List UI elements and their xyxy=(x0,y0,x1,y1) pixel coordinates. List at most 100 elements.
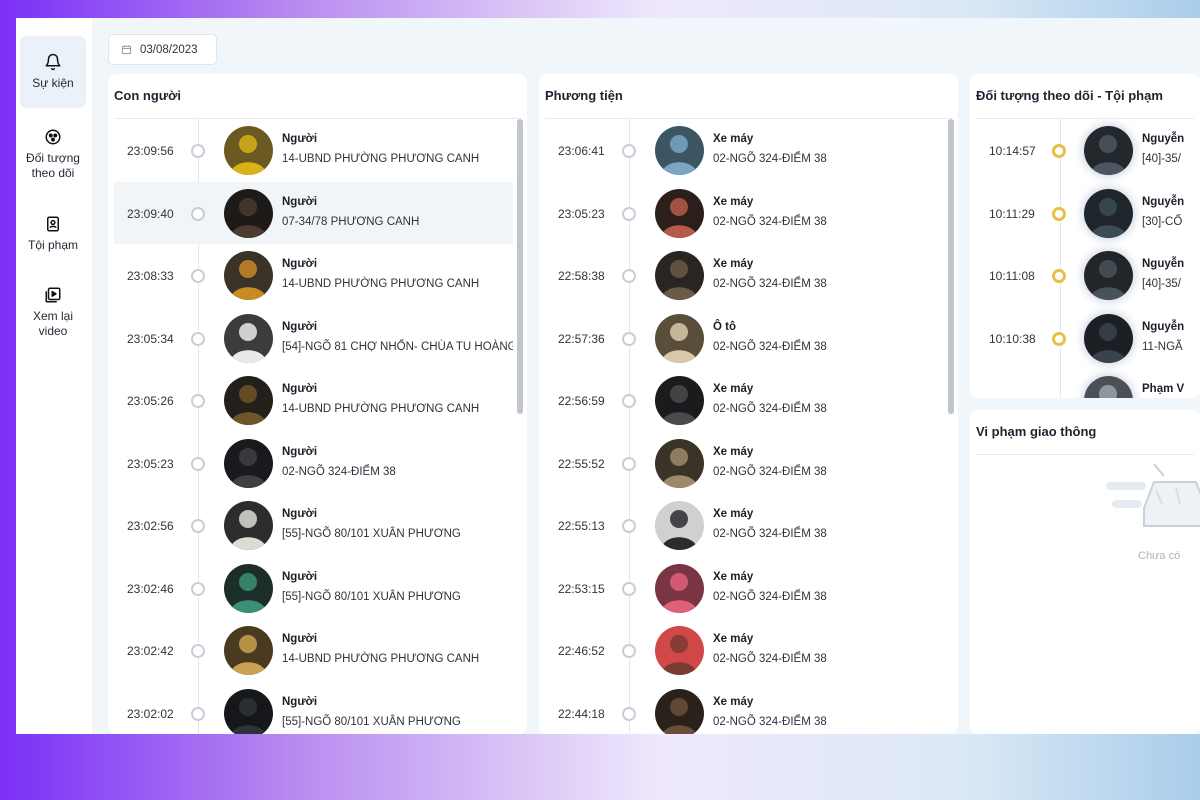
timeline-dot xyxy=(191,144,205,158)
divider xyxy=(976,454,1194,455)
tracked-event-row[interactable]: Phạm V xyxy=(976,369,1200,398)
event-label: Xe máy xyxy=(713,195,754,208)
scrollbar[interactable] xyxy=(948,119,954,734)
vehicle-event-row[interactable]: 23:05:23 Xe máy 02-NGÕ 324-ĐIỂM 38 xyxy=(545,182,944,245)
timeline-dot xyxy=(1052,331,1066,346)
event-label: Người xyxy=(282,445,318,458)
vehicle-event-row[interactable]: 23:06:41 Xe máy 02-NGÕ 324-ĐIỂM 38 xyxy=(545,119,944,182)
event-thumbnail[interactable] xyxy=(224,376,273,425)
people-event-row[interactable]: 23:05:26 Người 14-UBND PHƯỜNG PHƯƠNG CANH xyxy=(114,369,513,432)
people-event-row[interactable]: 23:02:42 Người 14-UBND PHƯỜNG PHƯƠNG CANH xyxy=(114,619,513,682)
vehicle-event-list[interactable]: 23:06:41 Xe máy 02-NGÕ 324-ĐIỂM 38 23:05:23… xyxy=(545,119,944,734)
vehicle-event-row[interactable]: 22:57:36 Ô tô 02-NGÕ 324-ĐIỂM 38 xyxy=(545,307,944,370)
people-event-row[interactable]: 23:02:56 Người [55]-NGÕ 80/101 XUÂN PHƯƠNG xyxy=(114,494,513,557)
people-event-list[interactable]: 23:09:56 Người 14-UBND PHƯỜNG PHƯƠNG CANH 2… xyxy=(114,119,513,734)
tracked-event-list[interactable]: 10:14:57 Nguyễn [40]-35/10:11:29 Nguyễn [30]… xyxy=(976,119,1200,398)
event-thumbnail[interactable] xyxy=(1084,376,1133,398)
sidebar-item-events[interactable]: Sự kiện xyxy=(20,36,86,108)
snapshot-image xyxy=(1084,126,1133,175)
people-event-row[interactable]: 23:02:02 Người [55]-NGÕ 80/101 XUÂN PHƯƠNG xyxy=(114,682,513,734)
event-thumbnail[interactable] xyxy=(224,626,273,675)
snapshot-image xyxy=(1084,251,1133,300)
snapshot-image xyxy=(224,376,273,425)
event-thumbnail[interactable] xyxy=(224,126,273,175)
people-panel: Con người 23:09:56 Người 14-UBND PHƯỜNG PH… xyxy=(108,74,527,734)
event-label: Người xyxy=(282,695,318,708)
event-thumbnail[interactable] xyxy=(224,563,273,613)
event-thumbnail[interactable] xyxy=(1084,251,1133,300)
tracked-event-row[interactable]: 10:14:57 Nguyễn [40]-35/ xyxy=(976,119,1200,182)
event-thumbnail[interactable] xyxy=(655,688,704,734)
event-thumbnail[interactable] xyxy=(224,251,273,300)
event-location: [30]-CỐ xyxy=(1142,215,1183,228)
people-event-row[interactable]: 23:09:56 Người 14-UBND PHƯỜNG PHƯƠNG CANH xyxy=(114,119,513,182)
event-thumbnail[interactable] xyxy=(655,251,704,300)
snapshot-image xyxy=(1084,376,1133,398)
event-thumbnail[interactable] xyxy=(1084,188,1133,238)
event-thumbnail[interactable] xyxy=(224,688,273,734)
timeline-dot xyxy=(622,519,636,533)
vehicle-event-row[interactable]: 22:46:52 Xe máy 02-NGÕ 324-ĐIỂM 38 xyxy=(545,619,944,682)
vehicle-event-row[interactable]: 22:56:59 Xe máy 02-NGÕ 324-ĐIỂM 38 xyxy=(545,369,944,432)
calendar-icon xyxy=(121,45,132,55)
event-thumbnail[interactable] xyxy=(655,563,704,613)
vehicle-event-row[interactable]: 22:55:52 Xe máy 02-NGÕ 324-ĐIỂM 38 xyxy=(545,432,944,495)
event-location: 02-NGÕ 324-ĐIỂM 38 xyxy=(713,465,827,478)
sidebar-item-tracked-objects[interactable]: Đối tượng theo dõi xyxy=(20,118,86,190)
date-filter[interactable]: 03/08/2023 xyxy=(108,34,217,65)
event-time: 22:44:18 xyxy=(558,706,605,721)
event-time: 23:09:56 xyxy=(127,144,174,158)
timeline-dot xyxy=(191,394,205,408)
event-thumbnail[interactable] xyxy=(224,188,273,238)
event-time: 23:09:40 xyxy=(127,206,174,221)
vehicle-event-row[interactable]: 22:58:38 Xe máy 02-NGÕ 324-ĐIỂM 38 xyxy=(545,244,944,307)
snapshot-image xyxy=(655,126,704,175)
event-location: [54]-NGÕ 81 CHỢ NHỔN- CHÙA TU HOÀNG xyxy=(282,340,513,353)
scrollbar-thumb[interactable] xyxy=(517,119,523,414)
snapshot-image xyxy=(224,126,273,175)
people-event-row[interactable]: 23:09:40 Người 07-34/78 PHƯƠNG CANH xyxy=(114,181,513,244)
people-event-row[interactable]: 23:02:46 Người [55]-NGÕ 80/101 XUÂN PHƯƠNG xyxy=(114,557,513,620)
vehicle-event-row[interactable]: 22:53:15 Xe máy 02-NGÕ 324-ĐIỂM 38 xyxy=(545,557,944,620)
event-thumbnail[interactable] xyxy=(655,626,704,675)
event-location: 14-UBND PHƯỜNG PHƯƠNG CANH xyxy=(282,278,480,290)
timeline-dot xyxy=(191,581,205,596)
snapshot-image xyxy=(224,438,273,488)
timeline-dot xyxy=(1052,269,1066,283)
event-thumbnail[interactable] xyxy=(224,438,273,488)
event-location: 14-UBND PHƯỜNG PHƯƠNG CANH xyxy=(282,403,480,415)
scrollbar[interactable] xyxy=(517,119,523,734)
snapshot-image xyxy=(1084,313,1133,363)
event-thumbnail[interactable] xyxy=(655,126,704,175)
sidebar-item-criminals[interactable]: Tội phạm xyxy=(20,204,86,264)
event-thumbnail[interactable] xyxy=(655,376,704,425)
people-event-row[interactable]: 23:05:23 Người 02-NGÕ 324-ĐIỂM 38 xyxy=(114,432,513,495)
event-label: Xe máy xyxy=(713,445,754,458)
sidebar-item-video-playback[interactable]: Xem lại video xyxy=(18,282,88,342)
snapshot-image xyxy=(655,626,704,675)
event-thumbnail[interactable] xyxy=(655,188,704,238)
snapshot-image xyxy=(1084,188,1133,238)
tracked-event-row[interactable]: 10:11:29 Nguyễn [30]-CỐ xyxy=(976,182,1200,245)
app-window: Sự kiện Đối tượng theo dõi Tội phạm Xem … xyxy=(16,18,1200,734)
people-event-row[interactable]: 23:08:33 Người 14-UBND PHƯỜNG PHƯƠNG CANH xyxy=(114,244,513,307)
event-thumbnail[interactable] xyxy=(655,501,704,550)
event-thumbnail[interactable] xyxy=(1084,313,1133,363)
event-thumbnail[interactable] xyxy=(655,313,704,363)
event-thumbnail[interactable] xyxy=(224,501,273,550)
event-thumbnail[interactable] xyxy=(1084,126,1133,175)
vehicle-event-row[interactable]: 22:44:18 Xe máy 02-NGÕ 324-ĐIỂM 38 xyxy=(545,682,944,734)
scrollbar-thumb[interactable] xyxy=(948,119,954,414)
snapshot-image xyxy=(655,438,704,488)
event-label: Người xyxy=(282,383,318,395)
event-time: 22:55:13 xyxy=(558,519,605,533)
event-thumbnail[interactable] xyxy=(224,313,273,363)
timeline-dot xyxy=(622,331,636,346)
vehicle-event-row[interactable]: 22:55:13 Xe máy 02-NGÕ 324-ĐIỂM 38 xyxy=(545,494,944,557)
tracked-event-row[interactable]: 10:11:08 Nguyễn [40]-35/ xyxy=(976,244,1200,307)
event-label: Người xyxy=(282,195,318,208)
event-thumbnail[interactable] xyxy=(655,438,704,488)
tracked-event-row[interactable]: 10:10:38 Nguyễn 11-NGÃ xyxy=(976,307,1200,370)
snapshot-image xyxy=(224,626,273,675)
people-event-row[interactable]: 23:05:34 Người [54]-NGÕ 81 CHỢ NHỔN- CHÙA … xyxy=(114,307,513,370)
